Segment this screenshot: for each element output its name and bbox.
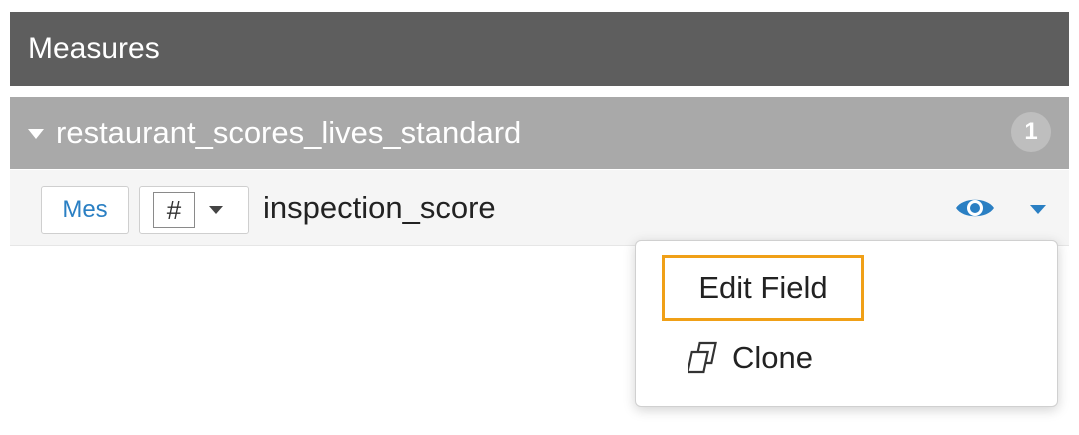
number-type-icon: #	[153, 192, 195, 228]
count-badge: 1	[1011, 112, 1051, 152]
field-menu-chevron-down-icon[interactable]	[1030, 205, 1046, 214]
caret-down-icon[interactable]	[28, 129, 44, 139]
clone-label: Clone	[732, 340, 813, 375]
measures-header: Measures	[10, 12, 1069, 86]
group-name: restaurant_scores_lives_standard	[56, 115, 522, 150]
field-context-menu: Edit Field Clone	[635, 240, 1058, 407]
type-dropdown[interactable]: #	[139, 186, 249, 234]
field-name: inspection_score	[263, 190, 496, 225]
chevron-down-icon	[209, 206, 223, 214]
role-button[interactable]: Mes	[41, 186, 129, 234]
clone-icon	[688, 341, 717, 374]
menu-item-edit-field[interactable]: Edit Field	[662, 255, 864, 321]
group-row-restaurant-scores[interactable]: restaurant_scores_lives_standard 1	[10, 97, 1069, 169]
eye-icon[interactable]	[954, 194, 996, 227]
measures-title: Measures	[28, 32, 160, 65]
field-row-inspection-score[interactable]: Mes # inspection_score	[10, 170, 1069, 246]
menu-item-clone[interactable]: Clone	[688, 333, 813, 383]
